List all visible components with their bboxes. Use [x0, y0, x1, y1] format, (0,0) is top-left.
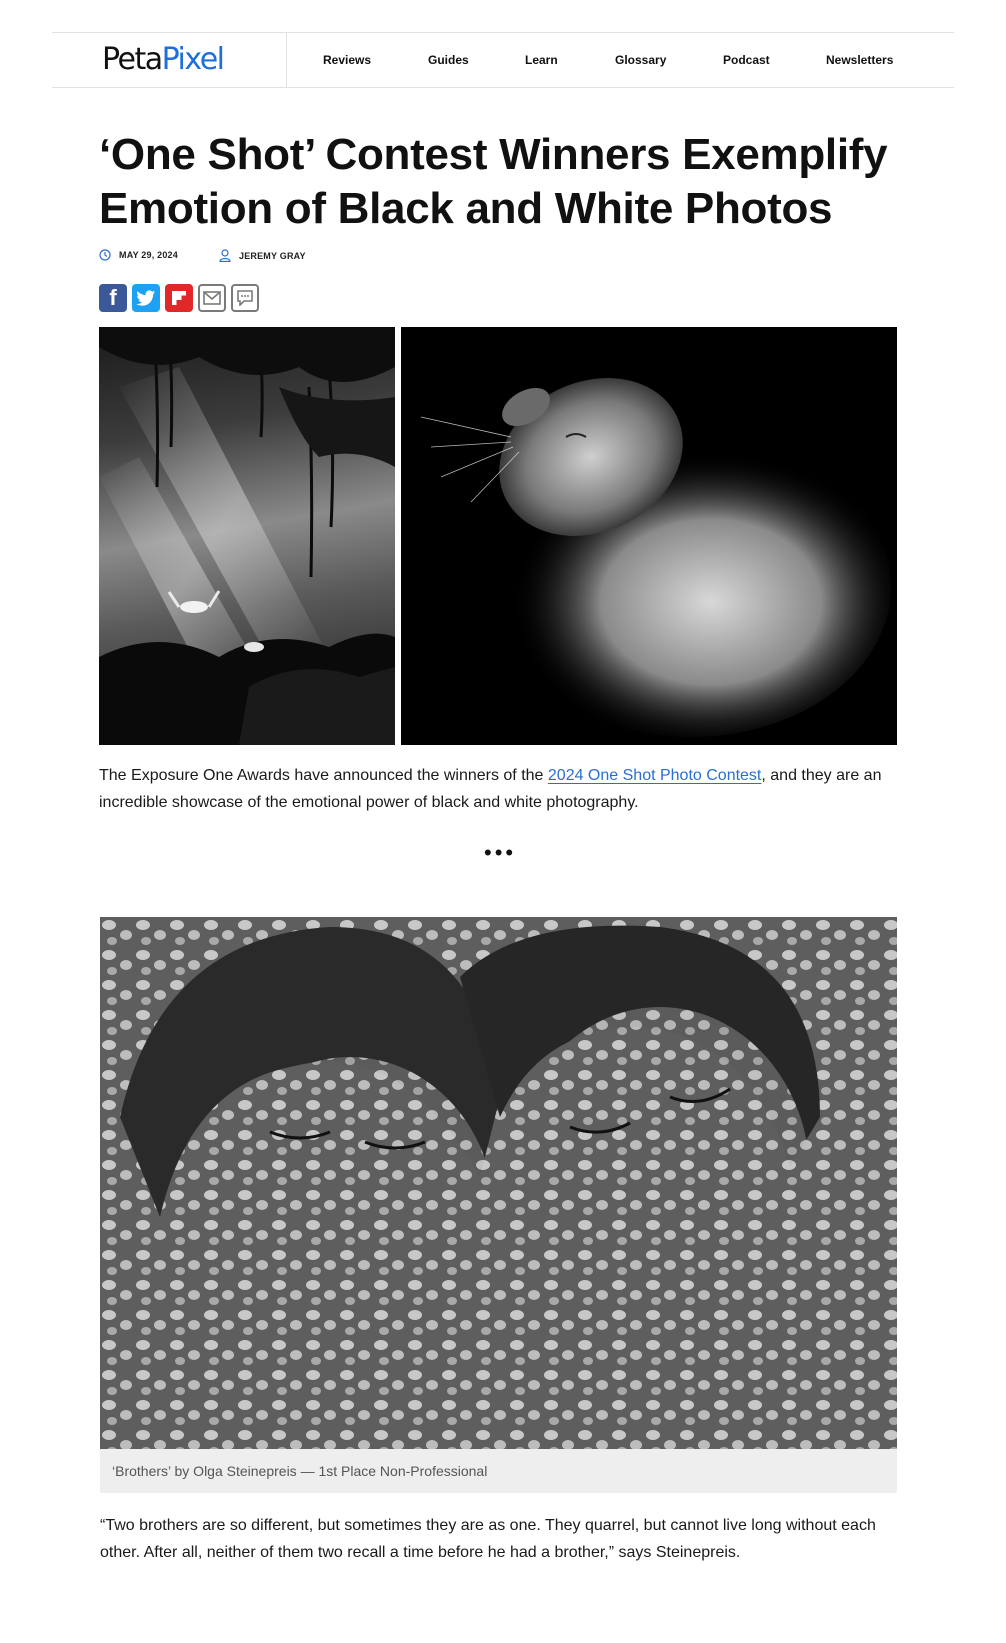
article-author[interactable]: JEREMY GRAY [219, 249, 306, 262]
header-divider [286, 33, 287, 87]
site-header: PetaPixel Reviews Guides Learn Glossary … [52, 32, 954, 88]
email-icon[interactable] [198, 284, 226, 312]
hero-photo-forest-birds [99, 327, 395, 745]
photo-caption: ‘Brothers’ by Olga Steinepreis — 1st Pla… [100, 1449, 897, 1493]
flipboard-icon[interactable] [165, 284, 193, 312]
section-separator: ••• [484, 840, 517, 865]
nav-glossary[interactable]: Glossary [615, 53, 666, 67]
photo-brothers [100, 917, 897, 1449]
petapixel-logo[interactable]: PetaPixel [102, 42, 225, 77]
user-icon [219, 249, 231, 262]
comment-icon[interactable] [231, 284, 259, 312]
caption-text: ‘Brothers’ by Olga Steinepreis — 1st Pla… [112, 1463, 488, 1479]
nav-newsletters[interactable]: Newsletters [826, 53, 893, 67]
article-title: ‘One Shot’ Contest Winners Exemplify Emo… [99, 130, 888, 233]
hero-photo-lion [401, 327, 897, 745]
logo-text-peta: Peta [102, 42, 163, 77]
nav-guides[interactable]: Guides [428, 53, 469, 67]
intro-text-before: The Exposure One Awards have announced t… [99, 767, 548, 784]
nav-podcast[interactable]: Podcast [723, 53, 770, 67]
author-name[interactable]: JEREMY GRAY [239, 251, 306, 261]
article-date: MAY 29, 2024 [99, 249, 178, 261]
logo-text-pixel: Pixel [161, 42, 225, 77]
nav-reviews[interactable]: Reviews [323, 53, 371, 67]
share-bar: f [99, 284, 259, 312]
nav-learn[interactable]: Learn [525, 53, 558, 67]
facebook-icon[interactable]: f [99, 284, 127, 312]
twitter-icon[interactable] [132, 284, 160, 312]
date-text: MAY 29, 2024 [119, 250, 178, 260]
contest-link[interactable]: 2024 One Shot Photo Contest [548, 767, 761, 784]
quote-paragraph: “Two brothers are so different, but some… [100, 1517, 876, 1561]
clock-icon [99, 249, 111, 261]
intro-paragraph: The Exposure One Awards have announced t… [99, 762, 899, 816]
